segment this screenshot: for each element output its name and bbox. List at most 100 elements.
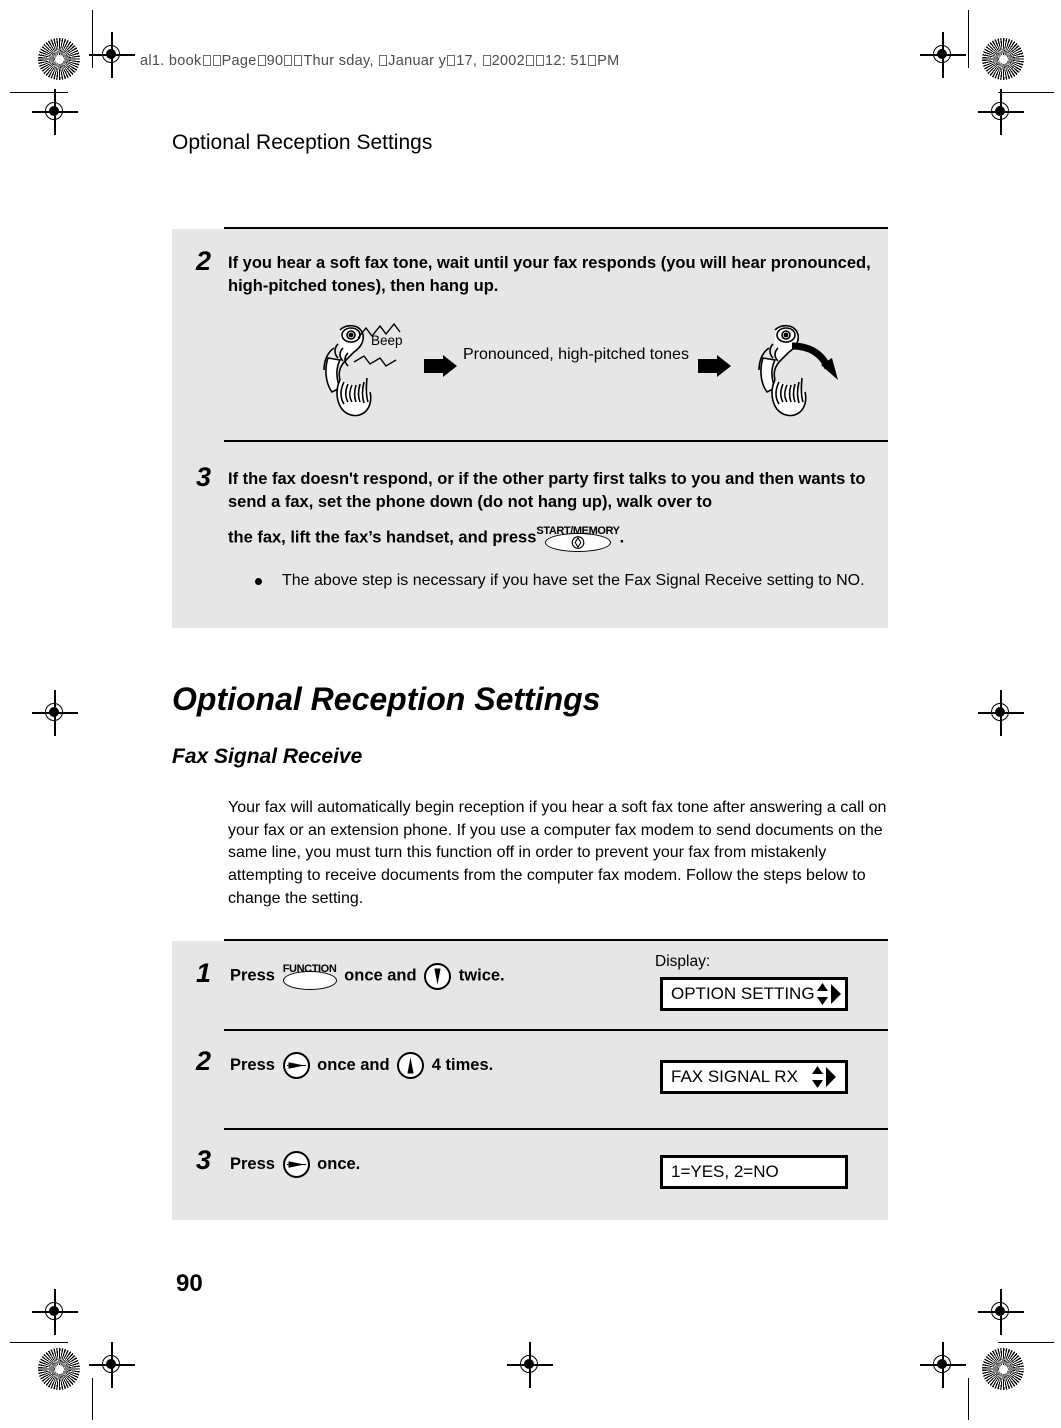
crop-line-top-left-v <box>92 10 94 68</box>
missing-glyph-box <box>447 55 456 66</box>
file-header-seg-3: . book <box>160 53 202 69</box>
display-label: Display: <box>655 953 711 970</box>
start-memory-key[interactable]: START/MEMORY <box>536 524 620 552</box>
end-text-2: 4 times. <box>431 1055 494 1074</box>
missing-glyph-box <box>294 55 303 66</box>
file-header-seg-7: J <box>388 53 396 69</box>
up-down-arrow-icon <box>812 1066 823 1088</box>
lcd-text-1: OPTION SETTING <box>671 984 815 1003</box>
file-header-seg-10: 2002 <box>491 53 526 69</box>
registration-mark-left-upper <box>32 89 78 135</box>
crop-line-bottom-right-h <box>998 1342 1054 1344</box>
panel-rule-top <box>224 227 888 230</box>
procedure-step-number-1: 1 <box>196 958 212 988</box>
press-label-2: Press <box>230 1055 275 1074</box>
step-3-text-line2: the fax, lift the fax’s handset, and pre… <box>228 524 878 552</box>
up-down-arrow-icon <box>816 983 828 1005</box>
up-arrow-icon <box>407 1057 414 1074</box>
file-header-seg-4: Page <box>221 53 257 69</box>
missing-glyph-box <box>212 55 221 66</box>
missing-glyph-box <box>202 55 211 66</box>
step-number-3: 3 <box>196 462 212 492</box>
crop-line-top-right-h <box>998 92 1054 94</box>
missing-glyph-box <box>526 55 535 66</box>
registration-mark-left-middle <box>32 690 78 736</box>
page-number: 90 <box>176 1270 203 1297</box>
procedure-rule-2 <box>224 1128 888 1131</box>
mid-text-2: once and <box>317 1055 390 1074</box>
missing-glyph-box <box>482 55 491 66</box>
procedure-rule-top <box>224 939 888 942</box>
registration-mark-bottom-left <box>89 1342 135 1388</box>
section-paragraph: Your fax will automatically begin recept… <box>228 799 887 907</box>
function-key-cap <box>282 971 337 990</box>
running-head: Optional Reception Settings <box>172 131 433 154</box>
missing-glyph-box <box>588 55 597 66</box>
registration-mark-right-lower <box>978 1289 1024 1335</box>
right-arrow-icon <box>830 984 841 1004</box>
right-arrow-icon <box>826 1067 836 1087</box>
procedure-step-3-text: Press once. <box>230 1151 650 1178</box>
press-label-1: Press <box>230 966 275 985</box>
crop-line-bottom-left-v <box>92 1378 94 1420</box>
lcd-display-2: FAX SIGNAL RX <box>660 1060 848 1094</box>
end-text-3: once. <box>317 1154 361 1173</box>
procedure-step-number-3: 3 <box>196 1145 212 1175</box>
lcd-text-2: FAX SIGNAL RX <box>671 1067 798 1086</box>
registration-mark-bottom-center <box>507 1342 553 1388</box>
end-text-1: twice. <box>458 966 505 985</box>
step-3-text-period: . <box>619 528 625 547</box>
crop-line-top-left-h <box>10 92 68 94</box>
crop-line-top-right-v <box>968 10 970 68</box>
down-arrow-key[interactable] <box>424 962 452 990</box>
procedure-rule-1 <box>224 1029 888 1032</box>
file-header-text: al1. book Page 90 Thur sday, Januar y 17, 20… <box>140 53 620 69</box>
lcd-text-3: 1=YES, 2=NO <box>671 1162 779 1181</box>
star-target-bottom-right <box>982 1348 1024 1390</box>
illustration-caption: Pronounced, high-pitched tones <box>463 346 689 363</box>
right-arrow-key-step3[interactable] <box>282 1151 310 1178</box>
beep-label: Beep <box>371 333 403 348</box>
lcd-arrows-2 <box>810 1065 837 1089</box>
registration-mark-top-right <box>920 32 966 78</box>
arrow-right-2 <box>698 355 732 382</box>
file-header-seg-6: Thur sday, <box>303 53 379 69</box>
bullet-icon <box>255 578 262 585</box>
star-target-top-right <box>982 38 1024 80</box>
note-bullet-text: The above step is necessary if you have … <box>282 572 865 589</box>
press-label-3: Press <box>230 1154 275 1173</box>
up-arrow-key[interactable] <box>397 1052 425 1079</box>
file-header-seg-12: PM <box>597 53 620 69</box>
lcd-display-3: 1=YES, 2=NO <box>660 1155 848 1189</box>
illustration-sound-waves <box>352 318 428 379</box>
step-3-text-before-button: the fax, lift the fax’s handset, and pre… <box>228 528 537 547</box>
file-header-seg-8: anuar y <box>395 53 447 69</box>
lcd-arrows-1 <box>815 982 842 1006</box>
down-arrow-icon <box>434 968 441 984</box>
arrow-right-1 <box>424 355 458 382</box>
procedure-step-number-2: 2 <box>196 1046 212 1076</box>
crop-line-bottom-left-h <box>10 1342 68 1344</box>
right-arrow-icon <box>286 1062 306 1069</box>
registration-mark-right-middle <box>978 690 1024 736</box>
note-bullet-row: The above step is necessary if you have … <box>255 570 880 593</box>
file-header-seg-2: 1 <box>151 53 161 69</box>
missing-glyph-box <box>284 55 293 66</box>
missing-glyph-box <box>379 55 388 66</box>
right-arrow-key-step2[interactable] <box>282 1052 310 1079</box>
file-header-seg-5: 90 <box>266 53 284 69</box>
panel-rule-mid <box>224 440 888 443</box>
missing-glyph-box <box>536 55 545 66</box>
right-arrow-icon <box>286 1161 306 1168</box>
start-diamond-icon <box>571 536 585 549</box>
missing-glyph-box <box>257 55 266 66</box>
registration-mark-bottom-right <box>920 1342 966 1388</box>
step-number-2: 2 <box>196 246 212 276</box>
procedure-step-1-text: Press FUNCTION once and twice. <box>230 962 650 990</box>
registration-mark-right-upper <box>978 89 1024 135</box>
registration-mark-top-left <box>89 32 135 78</box>
star-target-bottom-left <box>38 1348 80 1390</box>
crop-line-bottom-right-v <box>968 1378 970 1420</box>
function-key[interactable]: FUNCTION <box>282 962 337 990</box>
file-header-seg-9: 17, <box>456 53 482 69</box>
